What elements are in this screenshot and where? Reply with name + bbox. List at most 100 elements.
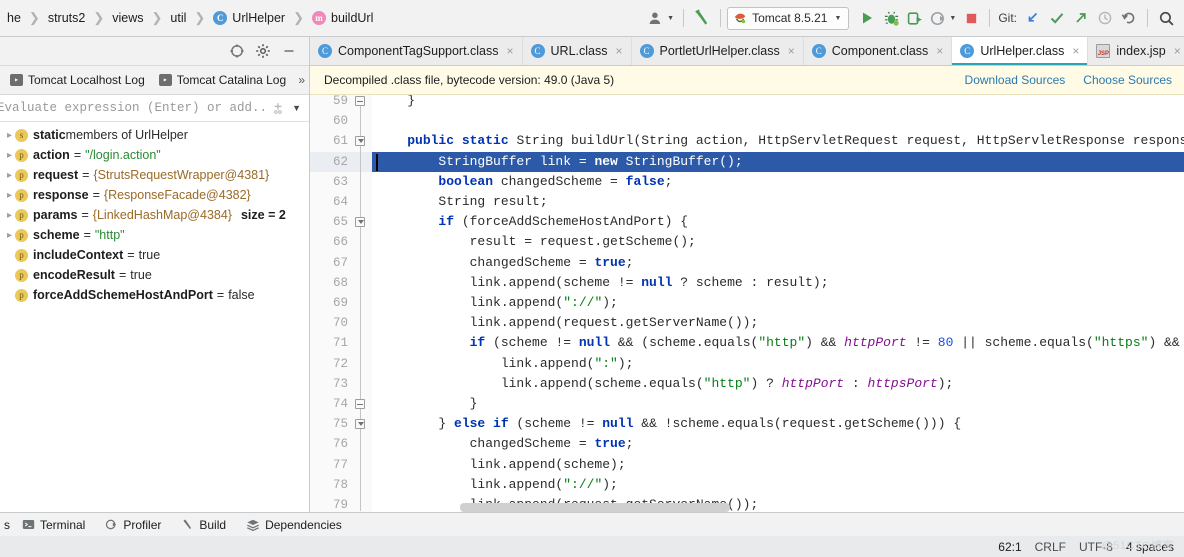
debug-bug-icon[interactable] bbox=[879, 5, 903, 31]
code-line[interactable]: if (forceAddSchemeHostAndPort) { bbox=[372, 212, 1184, 232]
crosshair-target-icon[interactable] bbox=[225, 38, 249, 64]
code-line[interactable]: } bbox=[372, 95, 1184, 111]
add-watch-icon[interactable] bbox=[264, 101, 292, 115]
git-rollback-icon[interactable] bbox=[1117, 5, 1141, 31]
close-icon[interactable]: × bbox=[507, 44, 514, 58]
code-token: ) ? bbox=[750, 376, 781, 391]
line-number: 63 bbox=[333, 172, 348, 192]
code-line[interactable]: link.append(request.getServerName()); bbox=[372, 313, 1184, 333]
variable-row[interactable]: ▸pparams={LinkedHashMap@4384}size = 2 bbox=[0, 205, 309, 225]
editor-tab[interactable]: CComponent.class× bbox=[804, 37, 953, 65]
breadcrumb-item-urlhelper[interactable]: C UrlHelper bbox=[206, 0, 292, 36]
breadcrumb-item-buildurl[interactable]: m buildUrl bbox=[305, 0, 380, 36]
expand-arrow-icon[interactable]: ▸ bbox=[4, 190, 15, 201]
variables-tree: ▸sstatic members of UrlHelper▸paction="/… bbox=[0, 122, 309, 512]
minimize-icon[interactable] bbox=[277, 38, 301, 64]
caret-position[interactable]: 62:1 bbox=[998, 540, 1021, 554]
fold-collapse-icon[interactable] bbox=[355, 399, 365, 409]
code-line[interactable]: link.append("://"); bbox=[372, 475, 1184, 495]
tabs-overflow-icon[interactable]: » bbox=[298, 73, 309, 87]
choose-sources-link[interactable]: Choose Sources bbox=[1083, 73, 1172, 87]
code-line[interactable]: String result; bbox=[372, 192, 1184, 212]
tool-window-profiler[interactable]: Profiler bbox=[95, 513, 171, 536]
close-icon[interactable]: × bbox=[788, 44, 795, 58]
variable-row[interactable]: ▸sstatic members of UrlHelper bbox=[0, 125, 309, 145]
code-line[interactable]: } bbox=[372, 394, 1184, 414]
git-commit-icon[interactable] bbox=[1045, 5, 1069, 31]
git-push-icon[interactable] bbox=[1069, 5, 1093, 31]
variable-row[interactable]: ▸pscheme="http" bbox=[0, 225, 309, 245]
breadcrumb-separator-icon: ❯ bbox=[292, 10, 305, 26]
code-line[interactable]: if (scheme != null && (scheme.equals("ht… bbox=[372, 333, 1184, 353]
line-separator[interactable]: CRLF bbox=[1035, 540, 1066, 554]
tool-window-terminal[interactable]: Terminal bbox=[12, 513, 95, 536]
code-line[interactable]: public static String buildUrl(String act… bbox=[372, 131, 1184, 151]
code-line[interactable]: } else if (scheme != null && !scheme.equ… bbox=[372, 414, 1184, 434]
evaluate-expression-input[interactable] bbox=[0, 101, 264, 115]
code-line[interactable]: link.append(scheme); bbox=[372, 455, 1184, 475]
code-line[interactable]: result = request.getScheme(); bbox=[372, 232, 1184, 252]
code-line-current[interactable]: StringBuffer link = new StringBuffer(); bbox=[372, 152, 1184, 172]
run-with-coverage-icon[interactable] bbox=[903, 5, 927, 31]
scrollbar-thumb[interactable] bbox=[460, 503, 730, 512]
code-line[interactable]: link.append(scheme != null ? scheme : re… bbox=[372, 273, 1184, 293]
close-icon[interactable]: × bbox=[1072, 44, 1079, 58]
tool-window-dependencies[interactable]: Dependencies bbox=[236, 513, 352, 536]
profiler-icon[interactable]: ▼ bbox=[927, 5, 959, 31]
expand-arrow-icon[interactable]: ▸ bbox=[4, 170, 15, 181]
fold-expand-icon[interactable] bbox=[355, 217, 365, 227]
code-line[interactable]: changedScheme = true; bbox=[372, 434, 1184, 454]
variable-row[interactable]: ▸prequest={StrutsRequestWrapper@4381} bbox=[0, 165, 309, 185]
breadcrumb-label: util bbox=[170, 11, 186, 25]
code-editor[interactable]: 5960616263646566676869707172737475767778… bbox=[310, 95, 1184, 512]
hammer-build-icon[interactable] bbox=[690, 5, 714, 31]
editor-tab[interactable]: CURL.class× bbox=[523, 37, 632, 65]
run-configuration-selector[interactable]: Tomcat 8.5.21 ▼ bbox=[727, 7, 849, 30]
close-icon[interactable]: × bbox=[936, 44, 943, 58]
close-icon[interactable]: × bbox=[616, 44, 623, 58]
run-play-icon[interactable] bbox=[855, 5, 879, 31]
gear-icon[interactable] bbox=[251, 38, 275, 64]
chevron-down-icon[interactable]: ▼ bbox=[292, 103, 303, 113]
git-history-icon[interactable] bbox=[1093, 5, 1117, 31]
variable-row[interactable]: pincludeContext=true bbox=[0, 245, 309, 265]
fold-expand-icon[interactable] bbox=[355, 419, 365, 429]
tab-tomcat-localhost-log[interactable]: ▸ Tomcat Localhost Log bbox=[4, 69, 151, 92]
code-line[interactable]: changedScheme = true; bbox=[372, 253, 1184, 273]
editor-tab[interactable]: JSPindex.jsp× bbox=[1088, 37, 1184, 65]
code-content[interactable]: } public static String buildUrl(String a… bbox=[372, 95, 1184, 512]
tool-window-build[interactable]: Build bbox=[171, 513, 236, 536]
breadcrumb-item-util[interactable]: util bbox=[163, 0, 193, 36]
variable-row[interactable]: pforceAddSchemeHostAndPort=false bbox=[0, 285, 309, 305]
code-line[interactable]: link.append(":"); bbox=[372, 354, 1184, 374]
code-line[interactable]: boolean changedScheme = false; bbox=[372, 172, 1184, 192]
fold-expand-icon[interactable] bbox=[355, 136, 365, 146]
breadcrumb-item-package-he[interactable]: he bbox=[0, 0, 28, 36]
variable-row[interactable]: ▸paction="/login.action" bbox=[0, 145, 309, 165]
tool-window-clipped-label[interactable]: s bbox=[0, 513, 12, 536]
editor-horizontal-scrollbar[interactable] bbox=[372, 502, 1132, 512]
code-line[interactable]: link.append("://"); bbox=[372, 293, 1184, 313]
expand-arrow-icon[interactable]: ▸ bbox=[4, 210, 15, 221]
close-icon[interactable]: × bbox=[1174, 44, 1181, 58]
editor-gutter[interactable]: 5960616263646566676869707172737475767778… bbox=[310, 95, 372, 512]
search-icon[interactable] bbox=[1154, 5, 1178, 31]
code-line[interactable]: link.append(scheme.equals("http") ? http… bbox=[372, 374, 1184, 394]
expand-arrow-icon[interactable]: ▸ bbox=[4, 150, 15, 161]
code-line[interactable] bbox=[372, 111, 1184, 131]
fold-collapse-icon[interactable] bbox=[355, 96, 365, 106]
expand-arrow-icon[interactable]: ▸ bbox=[4, 230, 15, 241]
tab-tomcat-catalina-log[interactable]: ▸ Tomcat Catalina Log bbox=[153, 69, 292, 92]
editor-tab[interactable]: CComponentTagSupport.class× bbox=[310, 37, 523, 65]
expand-arrow-icon[interactable]: ▸ bbox=[4, 130, 15, 141]
download-sources-link[interactable]: Download Sources bbox=[965, 73, 1066, 87]
breadcrumb-item-views[interactable]: views bbox=[105, 0, 150, 36]
editor-tab[interactable]: CPortletUrlHelper.class× bbox=[632, 37, 804, 65]
breadcrumb-item-struts2[interactable]: struts2 bbox=[41, 0, 93, 36]
stop-square-icon[interactable] bbox=[959, 5, 983, 31]
user-profile-icon[interactable]: ▼ bbox=[645, 5, 677, 31]
editor-tab[interactable]: CUrlHelper.class× bbox=[952, 37, 1088, 65]
variable-row[interactable]: pencodeResult=true bbox=[0, 265, 309, 285]
variable-row[interactable]: ▸presponse={ResponseFacade@4382} bbox=[0, 185, 309, 205]
git-update-project-icon[interactable] bbox=[1021, 5, 1045, 31]
